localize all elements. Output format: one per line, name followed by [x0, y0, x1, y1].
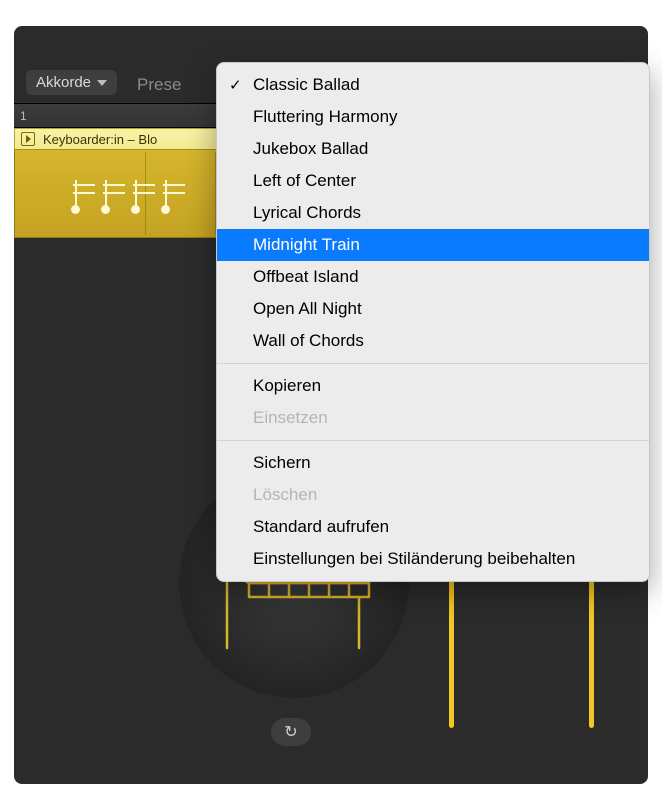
menu-item-classic-ballad[interactable]: ✓ Classic Ballad: [217, 69, 649, 101]
menu-item-open-all-night[interactable]: Open All Night: [217, 293, 649, 325]
menu-item-label: Offbeat Island: [253, 267, 359, 287]
menu-item-wall-of-chords[interactable]: Wall of Chords: [217, 325, 649, 357]
reset-button[interactable]: ↻: [271, 718, 311, 746]
menu-item-label: Einstellungen bei Stiländerung beibehalt…: [253, 549, 575, 569]
menu-item-copy[interactable]: Kopieren: [217, 370, 649, 402]
menu-item-default[interactable]: Standard aufrufen: [217, 511, 649, 543]
menu-item-label: Sichern: [253, 453, 311, 473]
menu-item-keep-settings[interactable]: Einstellungen bei Stiländerung beibehalt…: [217, 543, 649, 575]
akkorde-dropdown[interactable]: Akkorde: [26, 70, 117, 95]
menu-item-fluttering-harmony[interactable]: Fluttering Harmony: [217, 101, 649, 133]
checkmark-icon: ✓: [229, 76, 242, 94]
chevron-down-icon: [97, 80, 107, 86]
menu-item-label: Löschen: [253, 485, 317, 505]
menu-item-jukebox-ballad[interactable]: Jukebox Ballad: [217, 133, 649, 165]
reset-icon: ↻: [284, 722, 297, 742]
menu-item-paste: Einsetzen: [217, 402, 649, 434]
slider-2[interactable]: [589, 563, 594, 728]
menu-item-label: Left of Center: [253, 171, 356, 191]
menu-item-left-of-center[interactable]: Left of Center: [217, 165, 649, 197]
menu-item-label: Kopieren: [253, 376, 321, 396]
slider-1[interactable]: [449, 563, 454, 728]
menu-item-midnight-train[interactable]: Midnight Train: [217, 229, 649, 261]
menu-item-label: Midnight Train: [253, 235, 360, 255]
menu-separator: [217, 440, 649, 441]
ruler-position: 1: [20, 109, 27, 123]
preset-dropdown-label[interactable]: Prese: [137, 75, 181, 95]
menu-item-save[interactable]: Sichern: [217, 447, 649, 479]
region-title: Keyboarder:in – Blo: [43, 132, 157, 147]
preset-menu: ✓ Classic Ballad Fluttering Harmony Juke…: [216, 62, 650, 582]
menu-separator: [217, 363, 649, 364]
menu-item-label: Fluttering Harmony: [253, 107, 398, 127]
menu-item-label: Wall of Chords: [253, 331, 364, 351]
menu-item-label: Classic Ballad: [253, 75, 360, 95]
midi-notes: [75, 180, 167, 210]
menu-item-delete: Löschen: [217, 479, 649, 511]
menu-item-label: Lyrical Chords: [253, 203, 361, 223]
menu-item-lyrical-chords[interactable]: Lyrical Chords: [217, 197, 649, 229]
menu-item-label: Jukebox Ballad: [253, 139, 368, 159]
menu-item-label: Einsetzen: [253, 408, 328, 428]
menu-item-label: Open All Night: [253, 299, 362, 319]
akkorde-label: Akkorde: [36, 74, 91, 91]
play-icon[interactable]: [21, 132, 35, 146]
menu-item-offbeat-island[interactable]: Offbeat Island: [217, 261, 649, 293]
menu-item-label: Standard aufrufen: [253, 517, 389, 537]
